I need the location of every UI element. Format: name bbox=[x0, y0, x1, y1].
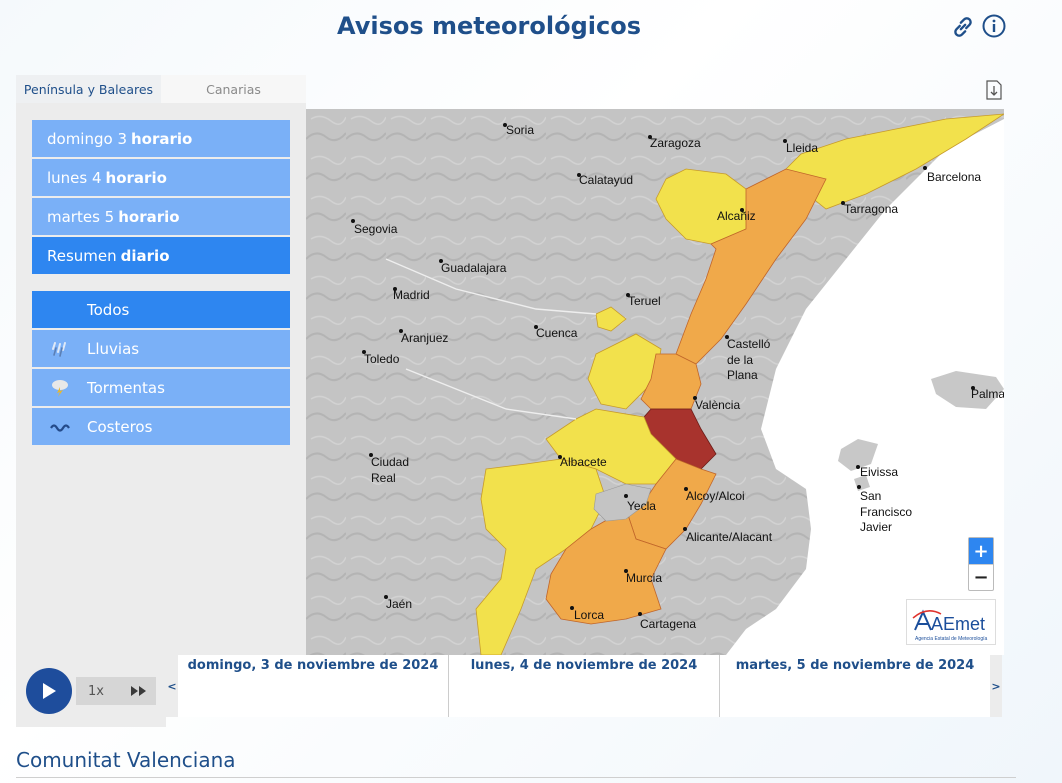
city-label-lorca: Lorca bbox=[574, 608, 605, 622]
city-label-tarragona: Tarragona bbox=[844, 202, 899, 216]
filter-label: Todos bbox=[87, 300, 130, 319]
city-label-albacete: Albacete bbox=[560, 455, 607, 469]
period-day: lunes 4 bbox=[47, 168, 102, 187]
tab-peninsula[interactable]: Península y Baleares bbox=[16, 75, 161, 103]
storm-icon bbox=[32, 378, 87, 398]
period-mode: horario bbox=[131, 129, 193, 148]
city-label-valencia: València bbox=[695, 398, 741, 412]
city-label-alicante: Alicante/Alacant bbox=[686, 530, 773, 544]
period-day: Resumen bbox=[47, 246, 117, 265]
period-button-martes[interactable]: martes 5 horario bbox=[32, 198, 290, 235]
filter-button-todos[interactable]: Todos bbox=[32, 291, 290, 328]
city-label-palma: Palma bbox=[971, 387, 1004, 401]
download-icon[interactable] bbox=[986, 80, 1002, 100]
timeline-day[interactable]: domingo, 3 de noviembre de 2024 bbox=[178, 655, 449, 717]
period-button-lunes[interactable]: lunes 4 horario bbox=[32, 159, 290, 196]
city-dot bbox=[624, 494, 628, 498]
city-label-cartagena: Cartagena bbox=[640, 617, 697, 631]
timeline-next-button[interactable]: > bbox=[990, 655, 1002, 717]
city-label-san-francisco-javier: San Francisco Javier bbox=[860, 489, 913, 535]
city-label-alcoy: Alcoy/Alcoi bbox=[686, 489, 745, 503]
logo-subtitle: Agencia Estatal de Meteorología bbox=[915, 636, 987, 642]
city-label-ciudad-real: Ciudad Real bbox=[371, 455, 410, 485]
period-mode: diario bbox=[120, 246, 170, 265]
city-label-teruel: Teruel bbox=[628, 294, 661, 308]
city-label-toledo: Toledo bbox=[364, 352, 400, 366]
period-day: martes 5 bbox=[47, 207, 115, 226]
city-label-cuenca: Cuenca bbox=[536, 326, 578, 340]
page-title: Avisos meteorológicos bbox=[337, 12, 641, 40]
filter-label: Tormentas bbox=[87, 378, 165, 397]
timeline-day[interactable]: martes, 5 de noviembre de 2024 bbox=[720, 655, 990, 717]
rain-icon bbox=[32, 340, 87, 358]
timeline-days: domingo, 3 de noviembre de 2024 lunes, 4… bbox=[178, 655, 990, 717]
city-label-barcelona: Barcelona bbox=[927, 170, 982, 184]
play-button[interactable] bbox=[26, 668, 72, 714]
city-label-eivissa: Eivissa bbox=[860, 465, 899, 479]
speed-control: 1x bbox=[76, 677, 156, 705]
aemet-logo: AEmet Agencia Estatal de Meteorología bbox=[906, 599, 996, 645]
tab-canarias[interactable]: Canarias bbox=[161, 75, 306, 103]
region-tabs: Península y Baleares Canarias bbox=[16, 75, 306, 103]
sidebar: domingo 3 horario lunes 4 horario martes 5… bbox=[16, 103, 306, 655]
divider bbox=[16, 777, 1016, 778]
fast-forward-icon[interactable] bbox=[130, 685, 148, 697]
city-label-castello: Castelló de la Plana bbox=[727, 337, 771, 383]
playback-controls: 1x bbox=[16, 655, 166, 727]
info-icon[interactable] bbox=[982, 14, 1006, 38]
city-label-jaen: Jaén bbox=[386, 597, 413, 611]
link-icon[interactable] bbox=[950, 14, 976, 40]
city-label-zaragoza: Zaragoza bbox=[650, 136, 701, 150]
city-label-calatayud: Calatayud bbox=[579, 173, 634, 187]
city-label-madrid: Madrid bbox=[393, 288, 430, 302]
filter-label: Lluvias bbox=[87, 339, 140, 358]
timeline-prev-button[interactable]: < bbox=[166, 655, 178, 717]
logo-text: AEmet bbox=[931, 614, 985, 634]
warnings-map[interactable]: Soria Zaragoza Lleida Barcelona Calatayu… bbox=[306, 109, 1004, 655]
region-title: Comunitat Valenciana bbox=[16, 748, 236, 772]
city-label-segovia: Segovia bbox=[354, 222, 398, 236]
city-label-guadalajara: Guadalajara bbox=[441, 261, 507, 275]
period-day: domingo 3 bbox=[47, 129, 127, 148]
speed-value: 1x bbox=[88, 683, 104, 699]
waves-icon bbox=[32, 421, 87, 433]
timeline-day[interactable]: lunes, 4 de noviembre de 2024 bbox=[449, 655, 720, 717]
city-label-alcaniz: Alcañiz bbox=[717, 209, 756, 223]
filter-button-costeros[interactable]: Costeros bbox=[32, 408, 290, 445]
zoom-out-button[interactable]: − bbox=[969, 564, 993, 590]
city-label-aranjuez: Aranjuez bbox=[401, 331, 449, 345]
city-label-yecla: Yecla bbox=[627, 499, 656, 513]
filter-label: Costeros bbox=[87, 417, 153, 436]
city-label-murcia: Murcia bbox=[626, 571, 663, 585]
city-dot bbox=[638, 612, 642, 616]
period-button-resumen[interactable]: Resumen diario bbox=[32, 237, 290, 274]
zoom-in-button[interactable]: + bbox=[969, 538, 993, 564]
city-label-lleida: Lleida bbox=[786, 141, 819, 155]
period-mode: horario bbox=[118, 207, 180, 226]
period-button-domingo[interactable]: domingo 3 horario bbox=[32, 120, 290, 157]
filter-button-tormentas[interactable]: Tormentas bbox=[32, 369, 290, 406]
city-label-soria: Soria bbox=[506, 123, 535, 137]
play-icon bbox=[43, 683, 56, 699]
period-mode: horario bbox=[105, 168, 167, 187]
zoom-control: + − bbox=[968, 537, 994, 591]
filter-button-lluvias[interactable]: Lluvias bbox=[32, 330, 290, 367]
